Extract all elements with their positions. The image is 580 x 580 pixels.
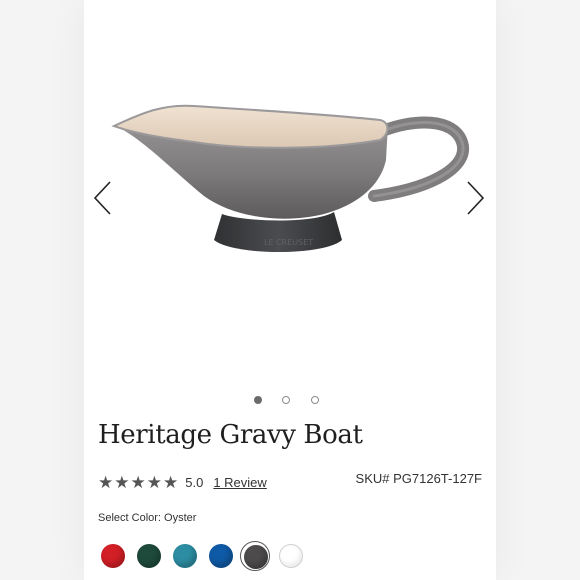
product-title: Heritage Gravy Boat: [98, 420, 363, 450]
product-page: LE CREUSET Heritage Gravy Boat ★ ★ ★ ★ ★…: [84, 0, 496, 580]
select-color-label: Select Color: Oyster: [98, 512, 197, 524]
swatch-green[interactable]: [134, 541, 164, 571]
gallery-pagination: [84, 396, 496, 408]
gravy-boat-image: LE CREUSET: [111, 104, 470, 252]
gallery-dot-3[interactable]: [311, 396, 319, 404]
star-icon: ★: [146, 472, 162, 492]
review-link[interactable]: 1 Review: [213, 475, 266, 490]
star-icon: ★: [163, 472, 179, 492]
swatch-fill: [173, 544, 197, 568]
next-image-button[interactable]: [464, 180, 486, 216]
swatch-fill: [137, 544, 161, 568]
rating-value: 5.0: [185, 474, 204, 490]
swatch-fill: [244, 545, 268, 569]
sku-text: SKU# PG7126T-127F: [355, 471, 482, 486]
star-icon: ★: [114, 472, 130, 492]
swatch-fill: [209, 544, 233, 568]
star-icon: ★: [130, 472, 146, 492]
swatch-fill: [101, 544, 125, 568]
gallery-dot-1[interactable]: [254, 396, 262, 404]
swatch-white[interactable]: [276, 541, 306, 571]
chevron-right-icon: [467, 181, 485, 215]
swatch-red[interactable]: [98, 541, 128, 571]
product-image-gallery[interactable]: LE CREUSET: [84, 0, 496, 390]
svg-text:LE CREUSET: LE CREUSET: [264, 238, 313, 247]
previous-image-button[interactable]: [92, 180, 114, 216]
swatch-teal[interactable]: [170, 541, 200, 571]
star-rating: ★ ★ ★ ★ ★: [98, 474, 179, 491]
rating-summary: ★ ★ ★ ★ ★ 5.0 1 Review: [98, 472, 267, 492]
swatch-fill: [279, 544, 303, 568]
gallery-dot-2[interactable]: [282, 396, 290, 404]
star-icon: ★: [98, 472, 114, 492]
swatch-oyster[interactable]: [240, 541, 270, 571]
swatch-blue[interactable]: [206, 541, 236, 571]
chevron-left-icon: [93, 181, 111, 215]
